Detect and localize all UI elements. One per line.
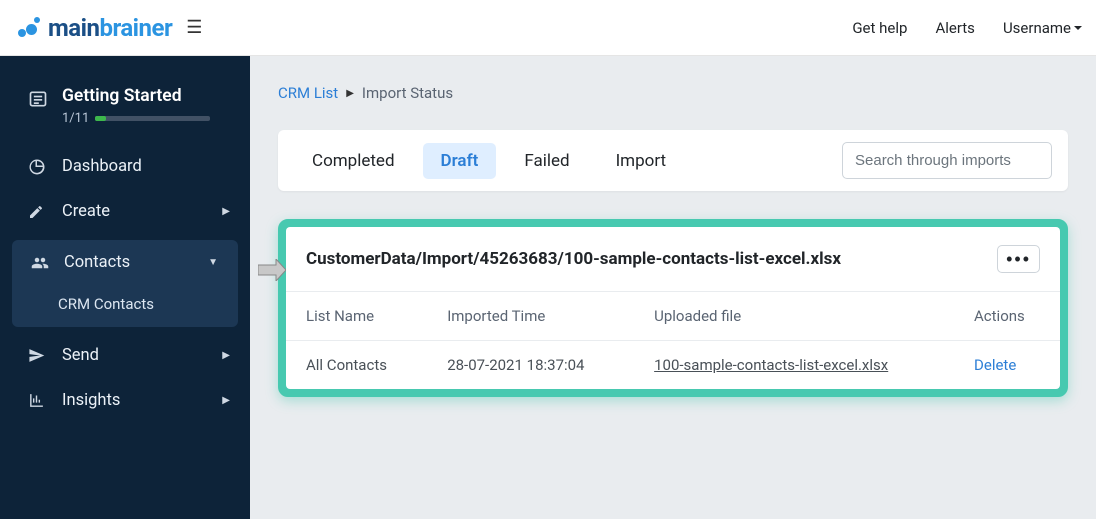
alerts-link[interactable]: Alerts — [935, 19, 975, 37]
tab-draft[interactable]: Draft — [423, 143, 497, 179]
arrow-icon — [258, 259, 286, 281]
chevron-right-icon: ▶ — [222, 350, 230, 361]
import-table: List Name Imported Time Uploaded file Ac… — [286, 292, 1060, 389]
progress-bar — [95, 116, 210, 121]
dashboard-icon — [28, 158, 48, 176]
nav-label: Contacts — [64, 253, 130, 272]
logo-icon — [14, 14, 42, 42]
search-input[interactable] — [842, 142, 1052, 179]
sidebar-item-create[interactable]: Create ▶ — [0, 189, 250, 234]
menu-toggle-icon[interactable]: ☰ — [186, 17, 202, 38]
checklist-icon — [28, 89, 48, 109]
chevron-down-icon — [1074, 26, 1082, 30]
breadcrumb-separator-icon: ▶ — [346, 88, 354, 99]
cell-list-name: All Contacts — [286, 341, 427, 390]
panel-header: CustomerData/Import/45263683/100-sample-… — [286, 227, 1060, 292]
send-icon — [28, 347, 48, 364]
sidebar-group-contacts: Contacts ▼ CRM Contacts — [12, 240, 238, 327]
table-header-row: List Name Imported Time Uploaded file Ac… — [286, 292, 1060, 341]
sidebar-item-getting-started[interactable]: Getting Started 1/11 — [0, 76, 250, 144]
chevron-right-icon: ▶ — [222, 395, 230, 406]
progress-count: 1/11 — [62, 111, 89, 126]
breadcrumb-current: Import Status — [362, 84, 453, 102]
logo-text: mainbrainer — [48, 14, 172, 42]
main-content: CRM List ▶ Import Status Completed Draft… — [250, 56, 1096, 519]
nav-label: Send — [62, 346, 99, 365]
sidebar-item-insights[interactable]: Insights ▶ — [0, 378, 250, 423]
chevron-down-icon: ▼ — [208, 257, 218, 268]
chevron-right-icon: ▶ — [222, 206, 230, 217]
getting-started-label: Getting Started — [62, 86, 210, 106]
cell-imported-time: 28-07-2021 18:37:04 — [427, 341, 634, 390]
user-menu[interactable]: Username — [1003, 19, 1082, 37]
import-panel: CustomerData/Import/45263683/100-sample-… — [286, 227, 1060, 389]
top-bar: mainbrainer ☰ Get help Alerts Username — [0, 0, 1096, 56]
breadcrumb: CRM List ▶ Import Status — [278, 84, 1068, 102]
nav-label: Dashboard — [62, 157, 142, 176]
nav-label: Insights — [62, 391, 120, 410]
sidebar-item-contacts[interactable]: Contacts ▼ — [12, 240, 238, 285]
tab-import[interactable]: Import — [598, 143, 685, 179]
sidebar-item-send[interactable]: Send ▶ — [0, 333, 250, 378]
pencil-icon — [28, 204, 48, 220]
tab-completed[interactable]: Completed — [294, 143, 413, 179]
uploaded-file-link[interactable]: 100-sample-contacts-list-excel.xlsx — [654, 356, 888, 374]
get-help-link[interactable]: Get help — [852, 19, 907, 37]
search-box — [842, 142, 1052, 179]
tab-bar: Completed Draft Failed Import — [278, 130, 1068, 191]
sidebar-item-dashboard[interactable]: Dashboard — [0, 144, 250, 189]
tab-failed[interactable]: Failed — [506, 143, 587, 179]
nav-label: Create — [62, 202, 110, 221]
panel-title: CustomerData/Import/45263683/100-sample-… — [306, 249, 841, 269]
chart-icon — [28, 392, 48, 409]
sidebar: Getting Started 1/11 Dashboard Create ▶ — [0, 56, 250, 519]
sidebar-subitem-crm-contacts[interactable]: CRM Contacts — [12, 285, 238, 327]
table-row: All Contacts 28-07-2021 18:37:04 100-sam… — [286, 341, 1060, 390]
col-uploaded-file: Uploaded file — [634, 292, 954, 341]
logo[interactable]: mainbrainer — [14, 14, 172, 42]
delete-link[interactable]: Delete — [974, 356, 1016, 374]
highlight-callout: CustomerData/Import/45263683/100-sample-… — [278, 219, 1068, 397]
username-label: Username — [1003, 19, 1071, 37]
breadcrumb-crm-list[interactable]: CRM List — [278, 84, 338, 102]
users-icon — [30, 254, 50, 272]
col-list-name: List Name — [286, 292, 427, 341]
col-actions: Actions — [954, 292, 1060, 341]
col-imported-time: Imported Time — [427, 292, 634, 341]
more-button[interactable]: ••• — [997, 245, 1040, 273]
